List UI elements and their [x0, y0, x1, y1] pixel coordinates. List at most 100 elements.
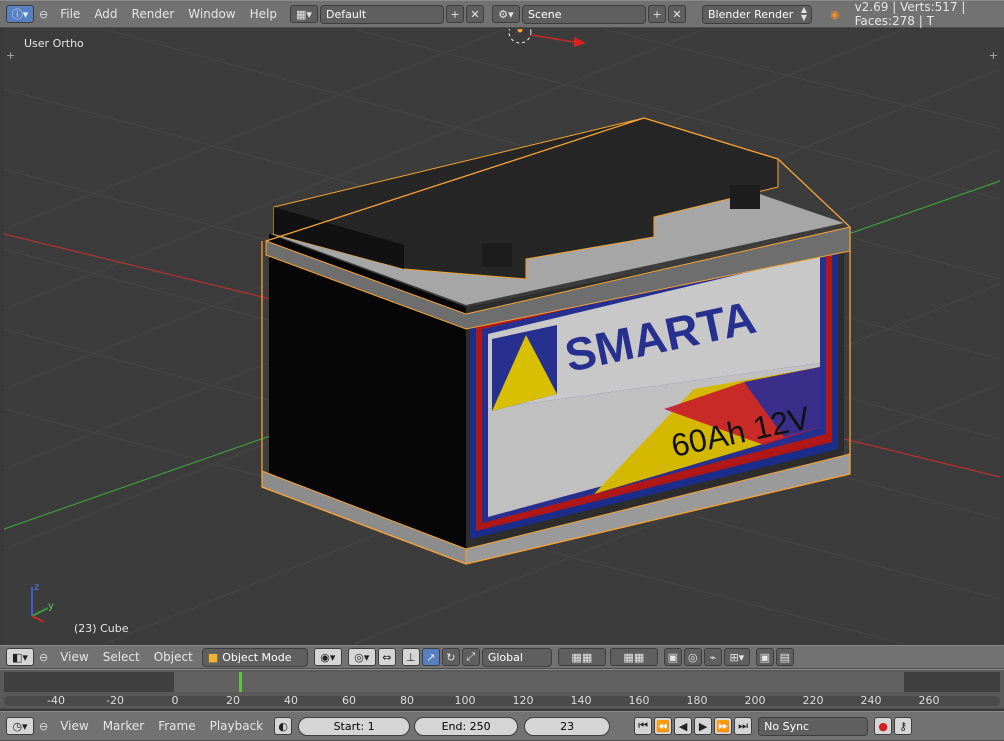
play-icon[interactable]: ▶	[694, 717, 713, 735]
next-keyframe-icon[interactable]: ⏩	[714, 717, 733, 735]
blender-logo-icon: ◉	[829, 7, 840, 21]
screen-layout-field[interactable]: Default	[319, 4, 444, 24]
transform-x-arrow-icon[interactable]	[574, 37, 586, 47]
frame-range-area	[174, 672, 904, 692]
tick-label: 160	[628, 694, 650, 707]
tick-label: 260	[918, 694, 940, 707]
menu-frame[interactable]: Frame	[158, 719, 195, 733]
tick-label: 100	[454, 694, 476, 707]
tick-label: 140	[570, 694, 592, 707]
current-frame-marker[interactable]	[239, 672, 242, 692]
object-origin-icon	[517, 29, 523, 33]
add-screen-icon[interactable]: +	[445, 5, 464, 23]
dropdown-arrows-icon: ▲ ▼	[800, 5, 807, 22]
menu-file[interactable]: File	[60, 7, 80, 21]
collapse-menu-icon[interactable]: ⊖	[39, 720, 48, 733]
tick-label: 20	[226, 694, 240, 707]
collapse-menu-icon[interactable]: ⊖	[39, 8, 48, 21]
timeline-scrollbar[interactable]	[4, 696, 1000, 706]
tick-label: 40	[284, 694, 298, 707]
layers-grid-2-icon[interactable]: ▦▦	[609, 648, 658, 666]
pre-range-shade	[4, 672, 174, 692]
render-engine-dropdown[interactable]: Blender Render ▲ ▼	[701, 4, 812, 24]
battery-model[interactable]: SMARTA 60Ah 12V	[261, 117, 851, 565]
screen-layout-icon[interactable]: ▦▾	[289, 5, 318, 23]
jump-start-icon[interactable]: ⏮	[634, 717, 653, 735]
tick-label: 60	[342, 694, 356, 707]
layers-grid-1-icon[interactable]: ▦▦	[557, 648, 606, 666]
scene-field[interactable]: Scene	[521, 4, 646, 24]
scene-stats-text: v2.69 | Verts:517 | Faces:278 | T	[854, 0, 966, 28]
viewport-canvas[interactable]: SMARTA 60Ah 12V z y	[4, 29, 1000, 644]
menu-help[interactable]: Help	[250, 7, 277, 21]
tick-label: -20	[106, 694, 124, 707]
collapse-menu-icon[interactable]: ⊖	[39, 651, 48, 664]
mode-dropdown[interactable]: ■ Object Mode	[201, 647, 308, 667]
scale-manipulator-icon[interactable]: ⤢	[461, 648, 480, 666]
opengl-render-icon[interactable]: ▣	[755, 648, 774, 666]
menu-object[interactable]: Object	[154, 650, 193, 664]
menu-playback[interactable]: Playback	[210, 719, 264, 733]
viewport-shading-icon[interactable]: ◉▾	[313, 648, 342, 666]
keying-set-icon[interactable]: ⚷	[894, 717, 913, 735]
remove-screen-icon[interactable]: ✕	[465, 5, 484, 23]
post-range-shade	[904, 672, 1000, 692]
gizmo-y-label: y	[48, 601, 54, 612]
menu-view[interactable]: View	[60, 650, 88, 664]
view-name-label: User Ortho	[24, 37, 84, 50]
editor-type-3d-icon[interactable]: ◧▾	[6, 648, 34, 666]
menu-marker[interactable]: Marker	[103, 719, 144, 733]
info-editor-type-icon[interactable]: ⓘ▾	[6, 5, 34, 23]
gizmo-z-label: z	[34, 582, 39, 593]
active-object-info: (23) Cube	[74, 622, 129, 635]
transform-x-arrow-line	[530, 34, 575, 43]
remove-scene-icon[interactable]: ✕	[667, 5, 686, 23]
cube-icon: ■	[207, 650, 219, 664]
translate-manipulator-icon[interactable]: ↗	[421, 648, 440, 666]
menu-add[interactable]: Add	[94, 7, 117, 21]
prev-keyframe-icon[interactable]: ⏪	[654, 717, 673, 735]
tick-label: -40	[47, 694, 65, 707]
menu-render[interactable]: Render	[132, 7, 175, 21]
terminal-left	[482, 243, 512, 267]
lid-raised-cover	[273, 117, 779, 280]
preview-range-icon[interactable]: ◐	[274, 717, 293, 735]
tick-label: 240	[860, 694, 882, 707]
timeline-header: ◷▾ ⊖ View Marker Frame Playback ◐ Start:…	[0, 711, 1004, 741]
lock-layers-icon[interactable]: ▣	[663, 648, 682, 666]
menu-view[interactable]: View	[60, 719, 88, 733]
jump-end-icon[interactable]: ⏭	[734, 717, 753, 735]
manipulator-axis-icon[interactable]: ⊥	[401, 648, 420, 666]
current-frame-field[interactable]: 23	[524, 716, 611, 736]
rotate-manipulator-icon[interactable]: ↻	[441, 648, 460, 666]
menu-select[interactable]: Select	[103, 650, 140, 664]
end-frame-field[interactable]: End: 250	[414, 716, 519, 736]
sync-mode-dropdown[interactable]: No Sync	[758, 716, 869, 736]
pivot-point-icon[interactable]: ◎▾	[347, 648, 376, 666]
top-header-bar: ⓘ▾ ⊖ File Add Render Window Help ▦▾ Defa…	[0, 0, 1004, 28]
play-reverse-icon[interactable]: ◀	[674, 717, 693, 735]
manipulator-toggle-icon[interactable]: ⇔	[377, 648, 396, 666]
scene-icon[interactable]: ⚙▾	[491, 5, 520, 23]
transform-orientation-dropdown[interactable]: Global	[481, 647, 552, 667]
toolshelf-toggle-icon[interactable]: +	[6, 49, 15, 62]
3d-viewport[interactable]: SMARTA 60Ah 12V z y User Ortho (23) Cube…	[4, 29, 1000, 644]
menu-window[interactable]: Window	[188, 7, 235, 21]
add-scene-icon[interactable]: +	[647, 5, 666, 23]
tick-label: 180	[686, 694, 708, 707]
start-frame-field[interactable]: Start: 1	[298, 716, 411, 736]
tick-label: 0	[171, 694, 179, 707]
tick-label: 80	[400, 694, 414, 707]
record-keyframe-icon[interactable]: ●	[874, 717, 893, 735]
tick-label: 200	[744, 694, 766, 707]
timeline-area[interactable]: -40 -20 0 20 40 60 80 100 120 140 160 18…	[0, 669, 1004, 709]
opengl-anim-icon[interactable]: ▤	[775, 648, 794, 666]
tick-label: 220	[802, 694, 824, 707]
snap-toggle-icon[interactable]: ⌁	[703, 648, 722, 666]
editor-type-timeline-icon[interactable]: ◷▾	[6, 717, 34, 735]
properties-toggle-icon[interactable]: +	[989, 49, 998, 62]
viewport-header: ◧▾ ⊖ View Select Object ■ Object Mode ◉▾ …	[0, 645, 1004, 669]
proportional-edit-icon[interactable]: ◎	[683, 648, 702, 666]
terminal-right	[730, 185, 760, 209]
snap-element-icon[interactable]: ⊞▾	[723, 648, 750, 666]
